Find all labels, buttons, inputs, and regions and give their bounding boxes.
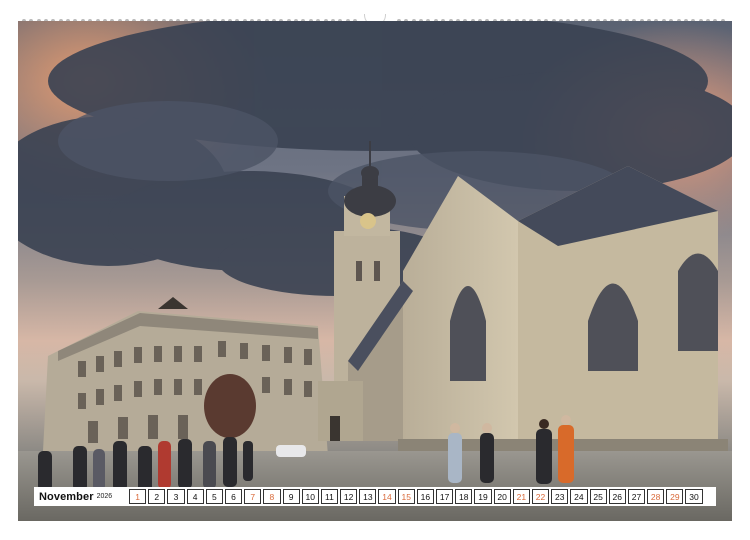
day-cell: 1 [129,489,147,504]
day-cell: 17 [436,489,454,504]
day-cell: 19 [474,489,492,504]
car [276,445,306,457]
month-label: November 2026 [34,489,129,504]
day-cell: 2 [148,489,166,504]
day-cell: 25 [589,489,607,504]
calendar-page: November 2026 1 2 3 4 5 6 7 8 9 10 11 12 13 14 15 16 17 1… [0,0,750,540]
day-cell: 14 [378,489,396,504]
day-cell: 5 [205,489,223,504]
day-cell: 15 [397,489,415,504]
day-cell: 13 [359,489,377,504]
day-cell: 8 [263,489,281,504]
day-cell: 12 [340,489,358,504]
day-cell: 30 [685,489,703,504]
day-cell: 26 [608,489,626,504]
day-cell: 18 [455,489,473,504]
day-cell: 9 [282,489,300,504]
day-cell: 24 [570,489,588,504]
day-cell: 29 [666,489,684,504]
day-cell: 7 [244,489,262,504]
tree [204,374,256,438]
day-cell: 3 [167,489,185,504]
day-cell: 20 [493,489,511,504]
day-cell: 11 [320,489,339,504]
day-cell: 6 [224,489,243,504]
day-cell: 4 [186,489,204,504]
church-photo [18,21,732,521]
day-cell: 22 [531,489,550,504]
day-cell: 23 [551,489,569,504]
day-cell: 16 [416,489,434,504]
calendar-strip: November 2026 1 2 3 4 5 6 7 8 9 10 11 12 13 14 15 16 17 1… [34,487,716,506]
day-cell: 27 [627,489,646,504]
day-grid: 1 2 3 4 5 6 7 8 9 10 11 12 13 14 15 16 17 18 19 20 21 22 23 24 2… [129,489,716,504]
year-label: 2026 [96,493,113,500]
month-name: November [39,490,94,503]
day-cell: 10 [301,489,319,504]
day-cell: 28 [647,489,665,504]
day-cell: 21 [512,489,530,504]
photo-illustration [18,21,732,521]
